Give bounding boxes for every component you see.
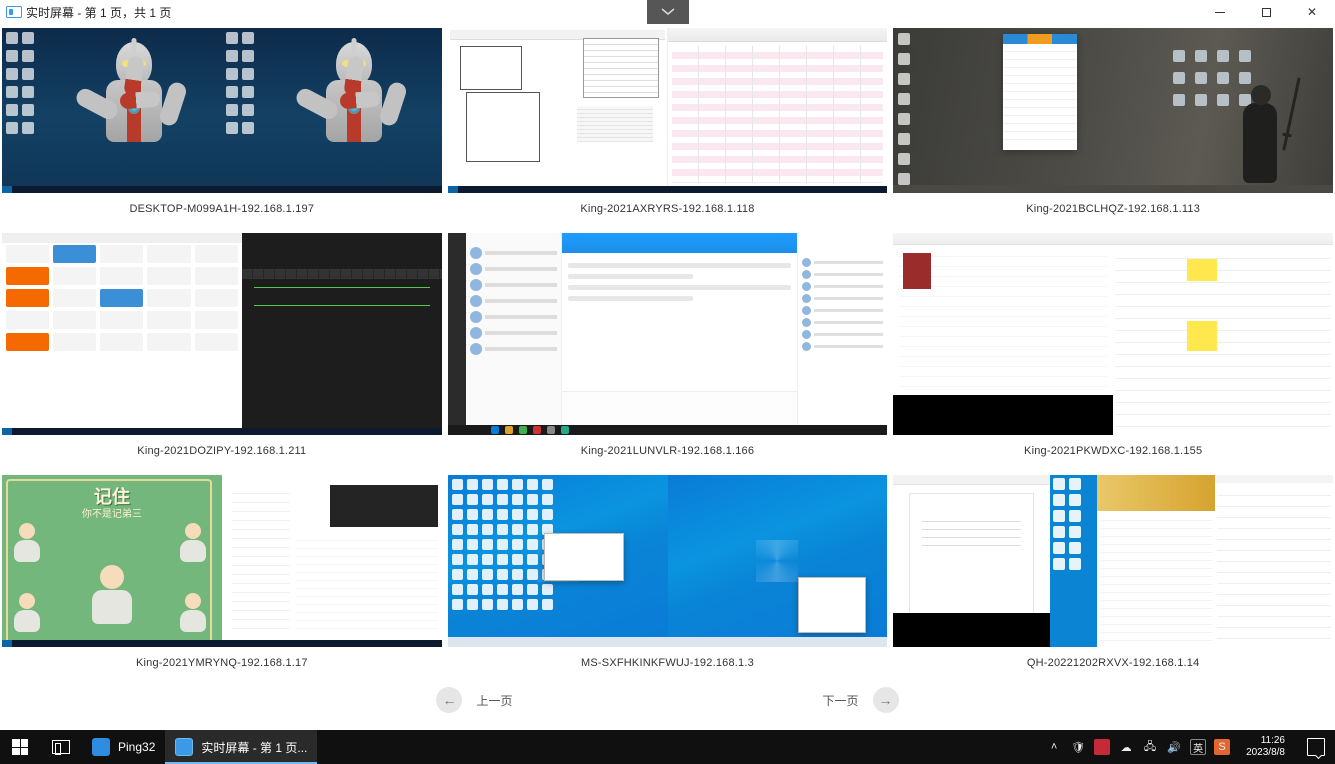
titlebar: 实时屏幕 - 第 1 页，共 1 页 ✕ xyxy=(0,0,1335,24)
tray-chevron-icon[interactable]: ˄ xyxy=(1046,739,1062,755)
close-button[interactable]: ✕ xyxy=(1289,0,1335,24)
app-icon xyxy=(175,738,193,756)
tray-volume-icon[interactable]: 🔊 xyxy=(1166,739,1182,755)
maximize-button[interactable] xyxy=(1243,0,1289,24)
screen-label: King-2021AXRYRS-192.168.1.118 xyxy=(448,203,888,215)
prev-page-button[interactable]: ← 上一页 xyxy=(436,687,512,713)
screen-thumbnail[interactable] xyxy=(2,28,442,193)
collapse-toolbar-button[interactable] xyxy=(647,0,689,24)
tray-ime-indicator[interactable]: 英 xyxy=(1190,739,1206,755)
tray-shield-icon[interactable]: 🛡 xyxy=(1070,739,1086,755)
tray-onedrive-icon[interactable]: ☁ xyxy=(1118,739,1134,755)
start-button[interactable] xyxy=(0,730,40,764)
chevron-down-icon xyxy=(661,8,675,16)
screen-thumbnail[interactable] xyxy=(448,28,888,193)
screen-label: King-2021DOZIPY-192.168.1.211 xyxy=(2,445,442,457)
screen-cell: DESKTOP-M099A1H-192.168.1.197 xyxy=(2,28,442,229)
app-name: Ping32 xyxy=(118,740,155,754)
screen-cell: King-2021BCLHQZ-192.168.1.113 xyxy=(893,28,1333,229)
screen-thumbnail[interactable] xyxy=(2,233,442,435)
screen-cell: King-2021LUNVLR-192.168.1.166 xyxy=(448,233,888,471)
window-controls: ✕ xyxy=(1197,0,1335,24)
screen-cell: King-2021PKWDXC-192.168.1.155 xyxy=(893,233,1333,471)
screen-cell: King-2021AXRYRS-192.168.1.118 xyxy=(448,28,888,229)
clock-time: 11:26 xyxy=(1246,735,1285,747)
screen-thumbnail[interactable] xyxy=(893,28,1333,193)
pagination: ← 上一页 → 下一页 xyxy=(2,687,1333,713)
app-icon xyxy=(6,6,22,18)
taskbar-clock[interactable]: 11:26 2023/8/8 xyxy=(1238,735,1293,759)
next-page-button[interactable]: → 下一页 xyxy=(823,687,899,713)
screen-label: King-2021PKWDXC-192.168.1.155 xyxy=(893,445,1333,457)
screens-grid: DESKTOP-M099A1H-192.168.1.197 King-2021A… xyxy=(2,28,1333,683)
windows-logo-icon xyxy=(12,739,28,755)
screen-label: DESKTOP-M099A1H-192.168.1.197 xyxy=(2,203,442,215)
arrow-left-icon: ← xyxy=(436,687,462,713)
system-taskbar: Ping32 实时屏幕 - 第 1 页... ˄ 🛡 ☁ 🖧 🔊 英 S 11:… xyxy=(0,730,1335,764)
screens-content: DESKTOP-M099A1H-192.168.1.197 King-2021A… xyxy=(0,24,1335,730)
screen-thumbnail[interactable]: 记住 你不是记弟三 xyxy=(2,475,442,647)
next-label: 下一页 xyxy=(823,692,859,709)
screen-label: King-2021LUNVLR-192.168.1.166 xyxy=(448,445,888,457)
screen-cell: King-2021DOZIPY-192.168.1.211 xyxy=(2,233,442,471)
taskbar-app-ping32[interactable]: Ping32 xyxy=(82,730,165,764)
screen-cell: MS-SXFHKINKFWUJ-192.168.1.3 xyxy=(448,475,888,683)
screen-thumbnail[interactable] xyxy=(893,475,1333,647)
task-view-button[interactable] xyxy=(40,730,82,764)
tray-network-icon[interactable]: 🖧 xyxy=(1142,739,1158,755)
screen-label: King-2021BCLHQZ-192.168.1.113 xyxy=(893,203,1333,215)
screen-cell: QH-20221202RXVX-192.168.1.14 xyxy=(893,475,1333,683)
app-name: 实时屏幕 - 第 1 页... xyxy=(201,739,307,756)
screen-thumbnail[interactable] xyxy=(448,475,888,647)
screen-cell: 记住 你不是记弟三 King-2021YMRYNQ-192.168.1.17 xyxy=(2,475,442,683)
minimize-button[interactable] xyxy=(1197,0,1243,24)
screen-thumbnail[interactable] xyxy=(448,233,888,435)
screen-label: King-2021YMRYNQ-192.168.1.17 xyxy=(2,657,442,669)
system-tray: ˄ 🛡 ☁ 🖧 🔊 英 S 11:26 2023/8/8 xyxy=(1042,730,1335,764)
notifications-button[interactable] xyxy=(1307,738,1325,756)
screen-label: QH-20221202RXVX-192.168.1.14 xyxy=(893,657,1333,669)
app-icon xyxy=(92,738,110,756)
card-subtitle: 你不是记弟三 xyxy=(82,505,142,520)
taskbar-app-realtime-screen[interactable]: 实时屏幕 - 第 1 页... xyxy=(165,730,317,764)
window-title: 实时屏幕 - 第 1 页，共 1 页 xyxy=(26,4,171,21)
screen-label: MS-SXFHKINKFWUJ-192.168.1.3 xyxy=(448,657,888,669)
screen-thumbnail[interactable] xyxy=(893,233,1333,435)
arrow-right-icon: → xyxy=(873,687,899,713)
tray-sogou-icon[interactable]: S xyxy=(1214,739,1230,755)
tray-app-icon[interactable] xyxy=(1094,739,1110,755)
prev-label: 上一页 xyxy=(476,692,512,709)
clock-date: 2023/8/8 xyxy=(1246,747,1285,759)
